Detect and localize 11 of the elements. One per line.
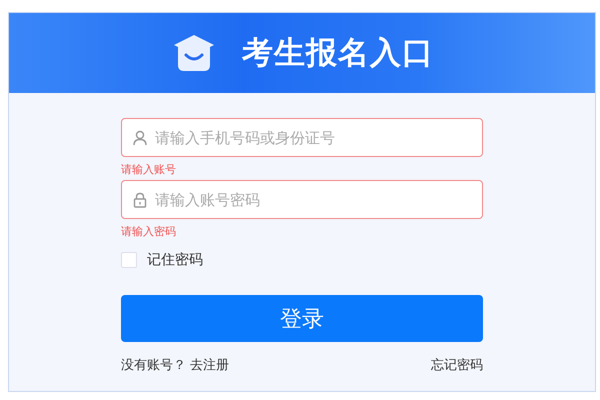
account-field[interactable]: 请输入手机号码或身份证号 (121, 118, 483, 157)
remember-checkbox[interactable] (121, 252, 137, 268)
error-message: 请输入账号 (121, 162, 177, 177)
register-prompt: 没有账号？ (121, 358, 186, 373)
page-title: 考生报名入口 (242, 34, 434, 73)
register-link[interactable]: 去注册 (190, 358, 230, 373)
password-field[interactable]: 请输入账号密码 (121, 180, 483, 219)
login-button[interactable]: 登录 (121, 295, 483, 342)
forgot-password-link[interactable]: 忘记密码 (431, 356, 483, 374)
error-message: 请输入密码 (121, 224, 177, 239)
remember-label: 记住密码 (147, 251, 203, 269)
